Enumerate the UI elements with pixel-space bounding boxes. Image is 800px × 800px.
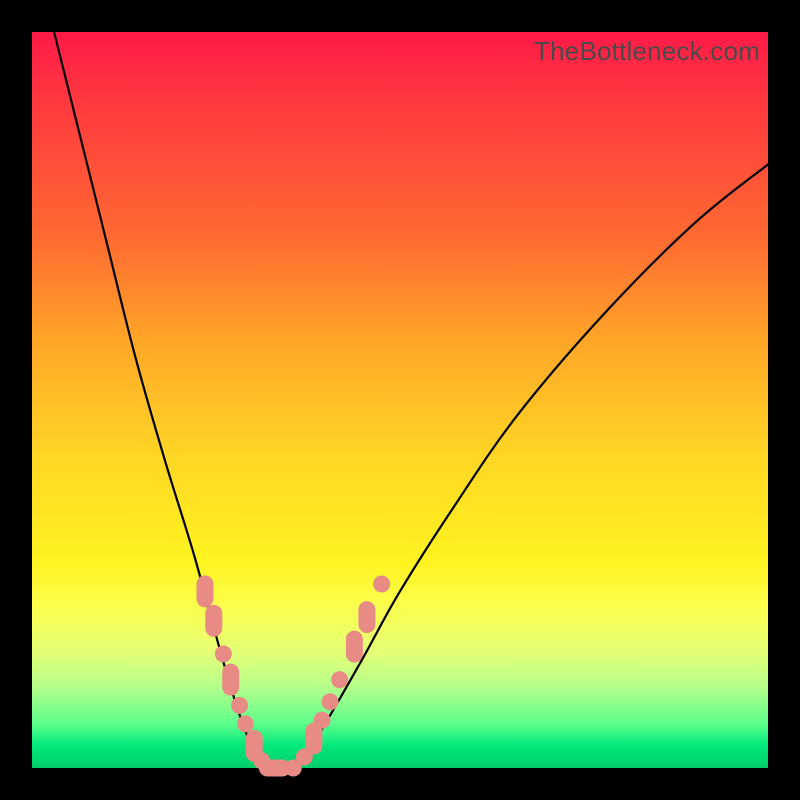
chart-frame: TheBottleneck.com	[0, 0, 800, 800]
marker-dot	[322, 693, 339, 710]
left-curve	[54, 32, 267, 768]
marker-dot	[237, 715, 254, 732]
marker-dot	[231, 697, 248, 714]
marker-pill	[196, 575, 213, 607]
right-curve	[297, 164, 768, 768]
marker-pill	[358, 601, 375, 633]
plot-area: TheBottleneck.com	[32, 32, 768, 768]
marker-pill	[222, 664, 239, 696]
marker-layer	[196, 575, 390, 776]
marker-dot	[215, 645, 232, 662]
marker-dot	[331, 671, 348, 688]
marker-dot	[313, 712, 330, 729]
marker-dot	[373, 576, 390, 593]
marker-pill	[205, 605, 222, 637]
marker-pill	[346, 631, 363, 663]
curve-layer	[32, 32, 768, 768]
